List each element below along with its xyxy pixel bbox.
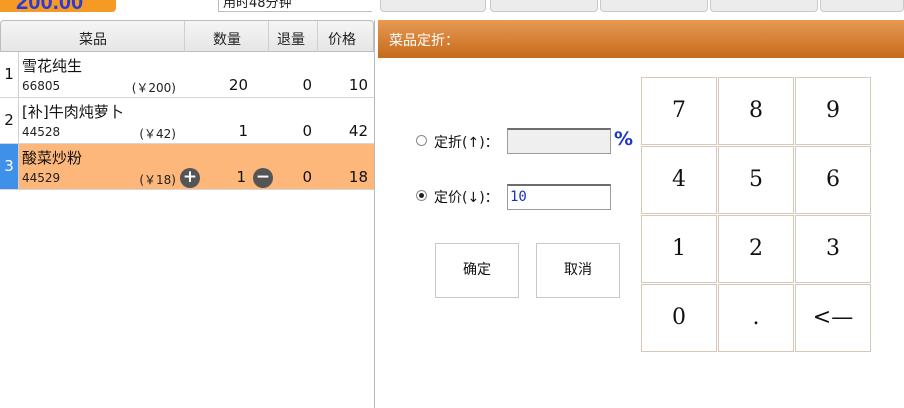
- dish-code: 44528: [22, 125, 61, 139]
- discount-title: 菜品定折：: [389, 33, 459, 49]
- keypad-key-dot[interactable]: .: [718, 284, 794, 352]
- keypad-key-5[interactable]: 5: [718, 146, 794, 214]
- total-amount: 200.00: [16, 0, 83, 12]
- keypad-key-3[interactable]: 3: [795, 215, 871, 283]
- row-index: 3: [0, 144, 19, 189]
- price-radio[interactable]: [416, 190, 427, 201]
- col-returned: 退量: [277, 32, 305, 48]
- top-tab-5[interactable]: [820, 0, 904, 12]
- price-input[interactable]: 10: [507, 184, 611, 210]
- total-amount-badge: 200.00: [0, 0, 116, 12]
- table-row[interactable]: 1 雪花纯生 66805 (￥200) 20 0 10: [0, 52, 374, 98]
- col-dish: 菜品: [79, 32, 107, 48]
- col-divider: [317, 21, 318, 52]
- unit-price: (￥200): [131, 81, 176, 95]
- quantity: 20: [228, 76, 248, 94]
- returned-quantity: 0: [302, 122, 312, 140]
- percent-suffix: %: [614, 128, 634, 150]
- elapsed-time: 用时48分钟: [223, 0, 292, 11]
- discount-title-bar: 菜品定折：: [378, 20, 904, 58]
- cancel-button[interactable]: 取消: [536, 243, 620, 298]
- plus-circle-icon[interactable]: +: [180, 168, 200, 188]
- price: 42: [348, 122, 368, 140]
- top-tab-1[interactable]: [380, 0, 486, 12]
- quantity: 1: [236, 168, 246, 186]
- top-tab-4[interactable]: [710, 0, 818, 12]
- keypad-key-7[interactable]: 7: [641, 77, 717, 145]
- keypad-key-1[interactable]: 1: [641, 215, 717, 283]
- table-row[interactable]: 2 [补]牛肉炖萝卜 44528 (￥42) 1 0 42: [0, 98, 374, 144]
- col-divider: [268, 21, 269, 52]
- backspace-key[interactable]: <—: [795, 284, 871, 352]
- percent-input[interactable]: [507, 128, 611, 154]
- dish-name: 雪花纯生: [22, 57, 83, 75]
- quantity: 1: [238, 122, 248, 140]
- dish-code: 44529: [22, 171, 61, 185]
- table-row-selected[interactable]: 3 酸菜炒粉 44529 (￥18) + 1 − 0 18: [0, 144, 374, 190]
- keypad-key-2[interactable]: 2: [718, 215, 794, 283]
- col-price: 价格: [328, 32, 356, 48]
- returned-quantity: 0: [302, 76, 312, 94]
- dish-name: [补]牛肉炖萝卜: [22, 103, 124, 121]
- percent-radio[interactable]: [416, 135, 427, 146]
- keypad-key-0[interactable]: 0: [641, 284, 717, 352]
- order-table-header: 菜品 数量 退量 价格: [0, 20, 374, 52]
- dish-discount-panel: 菜品定折： 定折(↑)： % 定价(↓)： 10 确定 取消 7 8 9 4 5…: [378, 20, 904, 408]
- order-list-panel: 菜品 数量 退量 价格 1 雪花纯生 66805 (￥200) 20 0 10 …: [0, 20, 375, 408]
- keypad-key-9[interactable]: 9: [795, 77, 871, 145]
- top-tab-3[interactable]: [600, 0, 708, 12]
- confirm-button[interactable]: 确定: [435, 243, 519, 298]
- unit-price: (￥42): [139, 127, 176, 141]
- row-index: 1: [0, 52, 19, 97]
- returned-quantity: 0: [302, 168, 312, 186]
- dish-code: 66805: [22, 79, 61, 93]
- col-qty: 数量: [213, 32, 241, 48]
- price: 10: [348, 76, 368, 94]
- keypad-key-4[interactable]: 4: [641, 146, 717, 214]
- dish-name: 酸菜炒粉: [22, 149, 83, 167]
- top-tab-2[interactable]: [490, 0, 598, 12]
- row-index: 2: [0, 98, 19, 143]
- price: 18: [348, 168, 368, 186]
- minus-circle-icon[interactable]: −: [253, 168, 273, 188]
- col-divider: [184, 21, 185, 52]
- top-strip: 200.00 用时48分钟: [0, 0, 904, 14]
- price-label: 定价(↓)：: [434, 190, 499, 206]
- percent-label: 定折(↑)：: [434, 135, 499, 151]
- elapsed-time-box: 用时48分钟: [218, 0, 372, 12]
- keypad-key-8[interactable]: 8: [718, 77, 794, 145]
- unit-price: (￥18): [139, 173, 176, 187]
- keypad-key-6[interactable]: 6: [795, 146, 871, 214]
